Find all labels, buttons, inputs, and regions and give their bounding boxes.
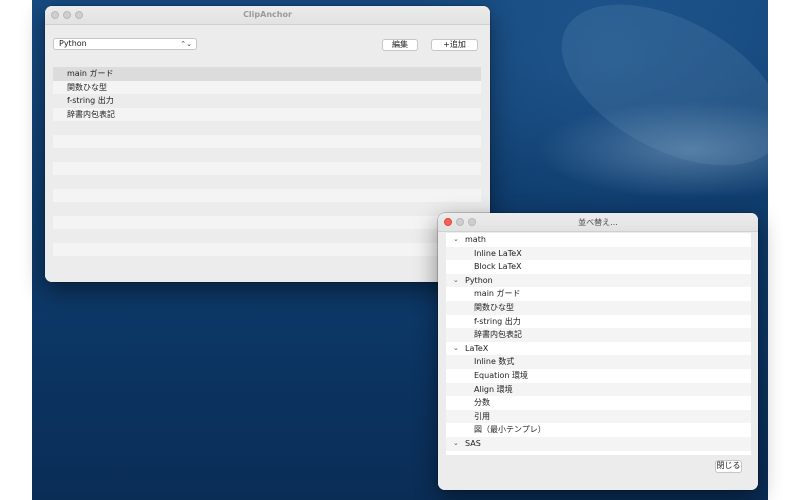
outline-item[interactable]: 辞書内包表記 [446, 328, 751, 342]
category-select-value: Python [59, 39, 87, 48]
sort-window: 並べ替え... ⌄ math Inline LaTeX Block LaTeX ⌄ Pyt… [438, 213, 758, 490]
outline-item[interactable]: 引用 [446, 409, 751, 424]
clipanchor-window: ClipAnchor Python ⌃⌄ 編集 +追加 main ガード 関数ひな… [45, 6, 490, 282]
outline-item[interactable]: 関数ひな型 [446, 300, 751, 315]
chevron-down-icon[interactable]: ⌄ [453, 342, 459, 356]
titlebar: 並べ替え... [438, 213, 758, 232]
add-button[interactable]: +追加 [431, 39, 478, 51]
outline-item[interactable]: main ガード [446, 287, 751, 301]
category-select[interactable]: Python ⌃⌄ [53, 38, 197, 50]
main-content: Python ⌃⌄ 編集 +追加 main ガード 関数ひな型 f-string 出… [45, 25, 490, 282]
empty-row [53, 256, 481, 270]
outline-item[interactable]: Inline LaTeX [446, 246, 751, 261]
wallpaper-whale [535, 0, 768, 199]
titlebar: ClipAnchor [45, 6, 490, 25]
empty-row [53, 229, 481, 243]
empty-row [53, 121, 481, 135]
empty-row [53, 215, 481, 229]
outline-group-label: Python [465, 275, 493, 285]
empty-row [53, 188, 481, 202]
outline-item[interactable]: Inline 数式 [446, 355, 751, 369]
chevron-down-icon[interactable]: ⌄ [453, 274, 459, 288]
outline-item[interactable]: Block LaTeX [446, 260, 751, 274]
close-dialog-button[interactable]: 閉じる [715, 460, 742, 473]
snippet-list: main ガード 関数ひな型 f-string 出力 辞書内包表記 [53, 67, 481, 270]
outline-group[interactable]: ⌄ LaTeX [446, 342, 751, 356]
outline-group[interactable]: ⌄ SAS [446, 436, 751, 451]
empty-row [53, 242, 481, 256]
empty-row [53, 175, 481, 189]
outline-item[interactable]: 図（最小テンプレ） [446, 423, 751, 437]
outline-group[interactable]: ⌄ Python [446, 273, 751, 288]
outline-item[interactable]: f-string 出力 [446, 315, 751, 329]
edit-button[interactable]: 編集 [382, 39, 418, 51]
empty-row [53, 134, 481, 148]
chevron-down-icon[interactable]: ⌄ [453, 437, 459, 451]
chevron-down-icon[interactable]: ⌄ [453, 233, 459, 247]
snippet-row[interactable]: 関数ひな型 [53, 80, 481, 94]
outline-group[interactable]: ⌄ math [446, 233, 751, 247]
window-title: ClipAnchor [243, 10, 292, 19]
outline-group-label: SAS [465, 438, 481, 448]
outline-group-label: LaTeX [465, 343, 489, 353]
empty-row [53, 202, 481, 216]
sort-outline: ⌄ math Inline LaTeX Block LaTeX ⌄ Python main … [446, 233, 751, 455]
empty-row [53, 161, 481, 175]
chevron-up-down-icon: ⌃⌄ [180, 40, 192, 48]
snippet-row[interactable]: f-string 出力 [53, 94, 481, 108]
window-title: 並べ替え... [578, 218, 618, 227]
outline-item[interactable]: 分数 [446, 396, 751, 410]
sort-content: ⌄ math Inline LaTeX Block LaTeX ⌄ Python main … [438, 232, 758, 490]
outline-group-label: math [465, 235, 486, 244]
outline-item[interactable]: Equation 環境 [446, 369, 751, 383]
outline-item[interactable]: Align 環境 [446, 382, 751, 397]
snippet-row[interactable]: main ガード [53, 67, 481, 81]
snippet-row[interactable]: 辞書内包表記 [53, 107, 481, 121]
empty-row [53, 148, 481, 162]
